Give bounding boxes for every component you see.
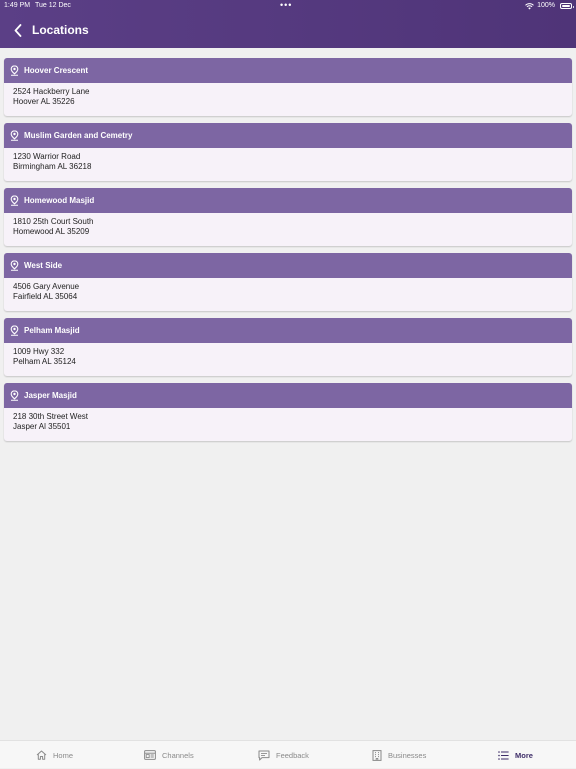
channels-icon [144, 750, 156, 760]
location-name: West Side [24, 260, 63, 270]
map-pin-icon [10, 65, 19, 76]
location-address: 2524 Hackberry Lane Hoover AL 35226 [4, 83, 572, 107]
location-card-hoover-crescent[interactable]: Hoover Crescent 2524 Hackberry Lane Hoov… [4, 58, 572, 116]
battery-percent: 100% [537, 2, 555, 9]
location-card-muslim-garden[interactable]: Muslim Garden and Cemetry 1230 Warrior R… [4, 123, 572, 181]
home-icon [36, 750, 47, 760]
address-line-2: Fairfield AL 35064 [13, 292, 78, 301]
location-card-header: Jasper Masjid [4, 383, 572, 408]
status-time: 1:49 PM [4, 2, 31, 9]
address-line-1: 218 30th Street West [13, 412, 89, 421]
tab-label: Channels [162, 750, 194, 760]
map-pin-icon [10, 260, 19, 271]
location-address: 1009 Hwy 332 Pelham AL 35124 [4, 343, 572, 367]
address-line-2: Pelham AL 35124 [13, 357, 76, 366]
back-button[interactable] [10, 21, 26, 39]
location-address: 4506 Gary Avenue Fairfield AL 35064 [4, 278, 572, 302]
page-title: Locations [32, 23, 89, 37]
location-card-header: Homewood Masjid [4, 188, 572, 213]
address-line-1: 4506 Gary Avenue [13, 282, 80, 291]
status-date: Tue 12 Dec [35, 2, 71, 9]
more-icon [498, 750, 509, 760]
location-card-west-side[interactable]: West Side 4506 Gary Avenue Fairfield AL … [4, 253, 572, 311]
location-name: Pelham Masjid [24, 325, 80, 335]
location-address: 1810 25th Court South Homewood AL 35209 [4, 213, 572, 237]
app-header: 1:49 PM Tue 12 Dec ••• 100% Locations [0, 0, 576, 48]
tab-label: More [515, 750, 533, 760]
map-pin-icon [10, 390, 19, 401]
map-pin-icon [10, 130, 19, 141]
location-card-homewood-masjid[interactable]: Homewood Masjid 1810 25th Court South Ho… [4, 188, 572, 246]
location-address: 218 30th Street West Jasper Al 35501 [4, 408, 572, 432]
location-address: 1230 Warrior Road Birmingham AL 36218 [4, 148, 572, 172]
tab-home[interactable]: Home [36, 741, 73, 769]
location-name: Hoover Crescent [24, 65, 89, 75]
tab-label: Home [53, 750, 74, 760]
address-line-1: 2524 Hackberry Lane [13, 87, 90, 96]
address-line-1: 1230 Warrior Road [13, 152, 81, 161]
location-name: Homewood Masjid [24, 195, 95, 205]
address-line-2: Birmingham AL 36218 [13, 162, 92, 171]
map-pin-icon [10, 195, 19, 206]
location-card-header: Muslim Garden and Cemetry [4, 123, 572, 148]
bottom-tab-bar: Home Channels Feedback Businesses More [0, 740, 576, 768]
tab-feedback[interactable]: Feedback [258, 741, 309, 769]
chevron-left-icon [14, 23, 22, 37]
tab-more[interactable]: More [498, 741, 533, 769]
location-card-header: West Side [4, 253, 572, 278]
address-line-1: 1810 25th Court South [13, 217, 94, 226]
location-card-header: Hoover Crescent [4, 58, 572, 83]
tab-label: Feedback [276, 750, 309, 760]
address-line-2: Jasper Al 35501 [13, 422, 71, 431]
location-card-header: Pelham Masjid [4, 318, 572, 343]
location-card-jasper-masjid[interactable]: Jasper Masjid 218 30th Street West Jaspe… [4, 383, 572, 441]
feedback-icon [258, 750, 270, 760]
map-pin-icon [10, 325, 19, 336]
status-indicators: 100% [525, 0, 574, 12]
locations-list: Hoover Crescent 2524 Hackberry Lane Hoov… [4, 58, 572, 448]
address-line-1: 1009 Hwy 332 [13, 347, 65, 356]
status-bar: 1:49 PM Tue 12 Dec ••• 100% [0, 0, 576, 12]
address-line-2: Homewood AL 35209 [13, 227, 90, 236]
tab-channels[interactable]: Channels [144, 741, 194, 769]
battery-icon [560, 3, 574, 9]
location-name: Jasper Masjid [24, 390, 77, 400]
tab-label: Businesses [388, 750, 427, 760]
wifi-icon [525, 2, 534, 9]
location-name: Muslim Garden and Cemetry [24, 130, 133, 140]
businesses-icon [372, 749, 382, 761]
address-line-2: Hoover AL 35226 [13, 97, 75, 106]
tab-businesses[interactable]: Businesses [372, 741, 426, 769]
location-card-pelham-masjid[interactable]: Pelham Masjid 1009 Hwy 332 Pelham AL 351… [4, 318, 572, 376]
multitasking-dots-icon[interactable]: ••• [280, 0, 292, 11]
